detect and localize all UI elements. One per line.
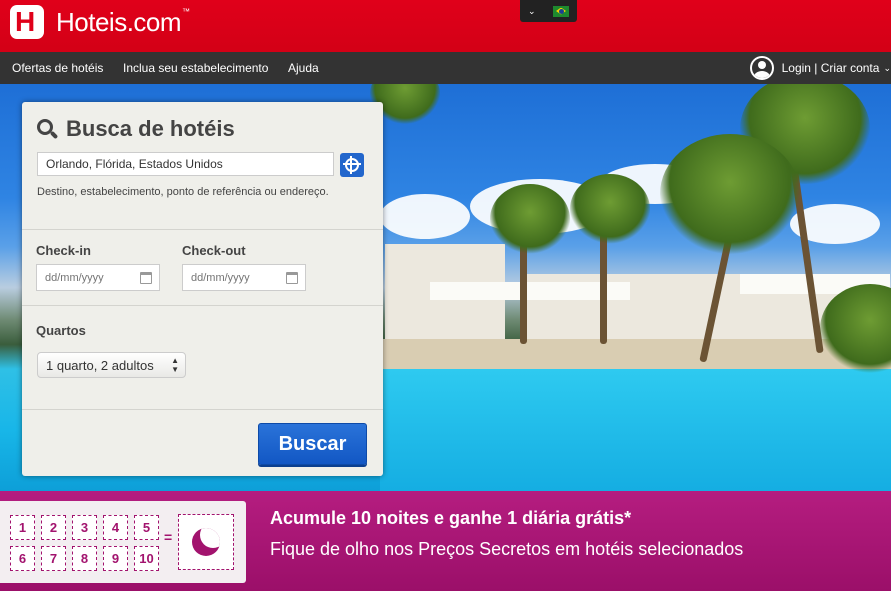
- brand-name: Hoteis.com™: [56, 6, 190, 37]
- free-night-stamp: [178, 514, 234, 570]
- brazil-flag-icon: [553, 5, 569, 17]
- checkout-label: Check-out: [182, 243, 246, 258]
- destination-input[interactable]: [37, 152, 334, 176]
- destination-hint: Destino, estabelecimento, ponto de refer…: [37, 186, 329, 198]
- calendar-icon[interactable]: [140, 272, 152, 284]
- night-stamp: 1: [10, 515, 35, 540]
- login-menu[interactable]: Login | Criar conta ⌄: [749, 56, 891, 80]
- night-stamp: 9: [103, 546, 128, 571]
- hotel-logo-icon: H: [10, 5, 44, 39]
- moon-icon: [192, 528, 220, 556]
- nav-item-inclua[interactable]: Inclua seu estabelecimento: [123, 61, 268, 75]
- search-submit-button[interactable]: Buscar: [258, 423, 367, 465]
- login-label: Login | Criar conta: [781, 61, 880, 75]
- crosshair-icon: [343, 156, 361, 174]
- user-avatar-icon: [749, 56, 774, 80]
- locale-selector[interactable]: ⌄: [520, 0, 577, 22]
- chevron-down-icon: ⌄: [528, 5, 536, 16]
- divider: [22, 409, 383, 410]
- promo-subtitle: Fique de olho nos Preços Secretos em hot…: [270, 539, 744, 559]
- nav-item-ofertas[interactable]: Ofertas de hotéis: [12, 61, 103, 75]
- night-stamp: 6: [10, 546, 35, 571]
- nav-item-ajuda[interactable]: Ajuda: [288, 61, 319, 75]
- rooms-select-value: 1 quarto, 2 adultos: [46, 358, 154, 373]
- chevron-down-icon: ⌄: [883, 62, 891, 73]
- nights-stamp-card: 1 2 3 4 5 6 7 8 9 10 =: [0, 501, 246, 583]
- select-arrows-icon: ▲ ▼: [171, 356, 179, 374]
- main-nav: Ofertas de hotéis Inclua seu estabelecim…: [0, 52, 891, 84]
- search-icon: [36, 118, 59, 140]
- calendar-icon[interactable]: [286, 272, 298, 284]
- night-stamp: 2: [41, 515, 66, 540]
- divider: [22, 229, 383, 230]
- night-stamp: 7: [41, 546, 66, 571]
- night-stamp: 3: [72, 515, 97, 540]
- night-stamp: 4: [103, 515, 128, 540]
- equals-sign: =: [164, 529, 173, 545]
- night-stamp: 8: [72, 546, 97, 571]
- top-header: H Hoteis.com™ ⌄: [0, 0, 891, 52]
- promo-title: Acumule 10 noites e ganhe 1 diária gráti…: [270, 508, 632, 528]
- divider: [22, 305, 383, 306]
- search-panel-title: Busca de hotéis: [36, 116, 235, 142]
- hotel-search-panel: Busca de hotéis Destino, estabelecimento…: [22, 102, 383, 476]
- rooms-select[interactable]: 1 quarto, 2 adultos ▲ ▼: [37, 352, 186, 378]
- rooms-label: Quartos: [36, 323, 86, 338]
- hoteis-logo[interactable]: H Hoteis.com™: [10, 5, 190, 39]
- current-location-button[interactable]: [340, 153, 364, 177]
- loyalty-promo-banner[interactable]: 1 2 3 4 5 6 7 8 9 10 = Acumule 10 noites…: [0, 491, 891, 591]
- night-stamp: 10: [134, 546, 159, 571]
- night-stamp: 5: [134, 515, 159, 540]
- checkin-label: Check-in: [36, 243, 91, 258]
